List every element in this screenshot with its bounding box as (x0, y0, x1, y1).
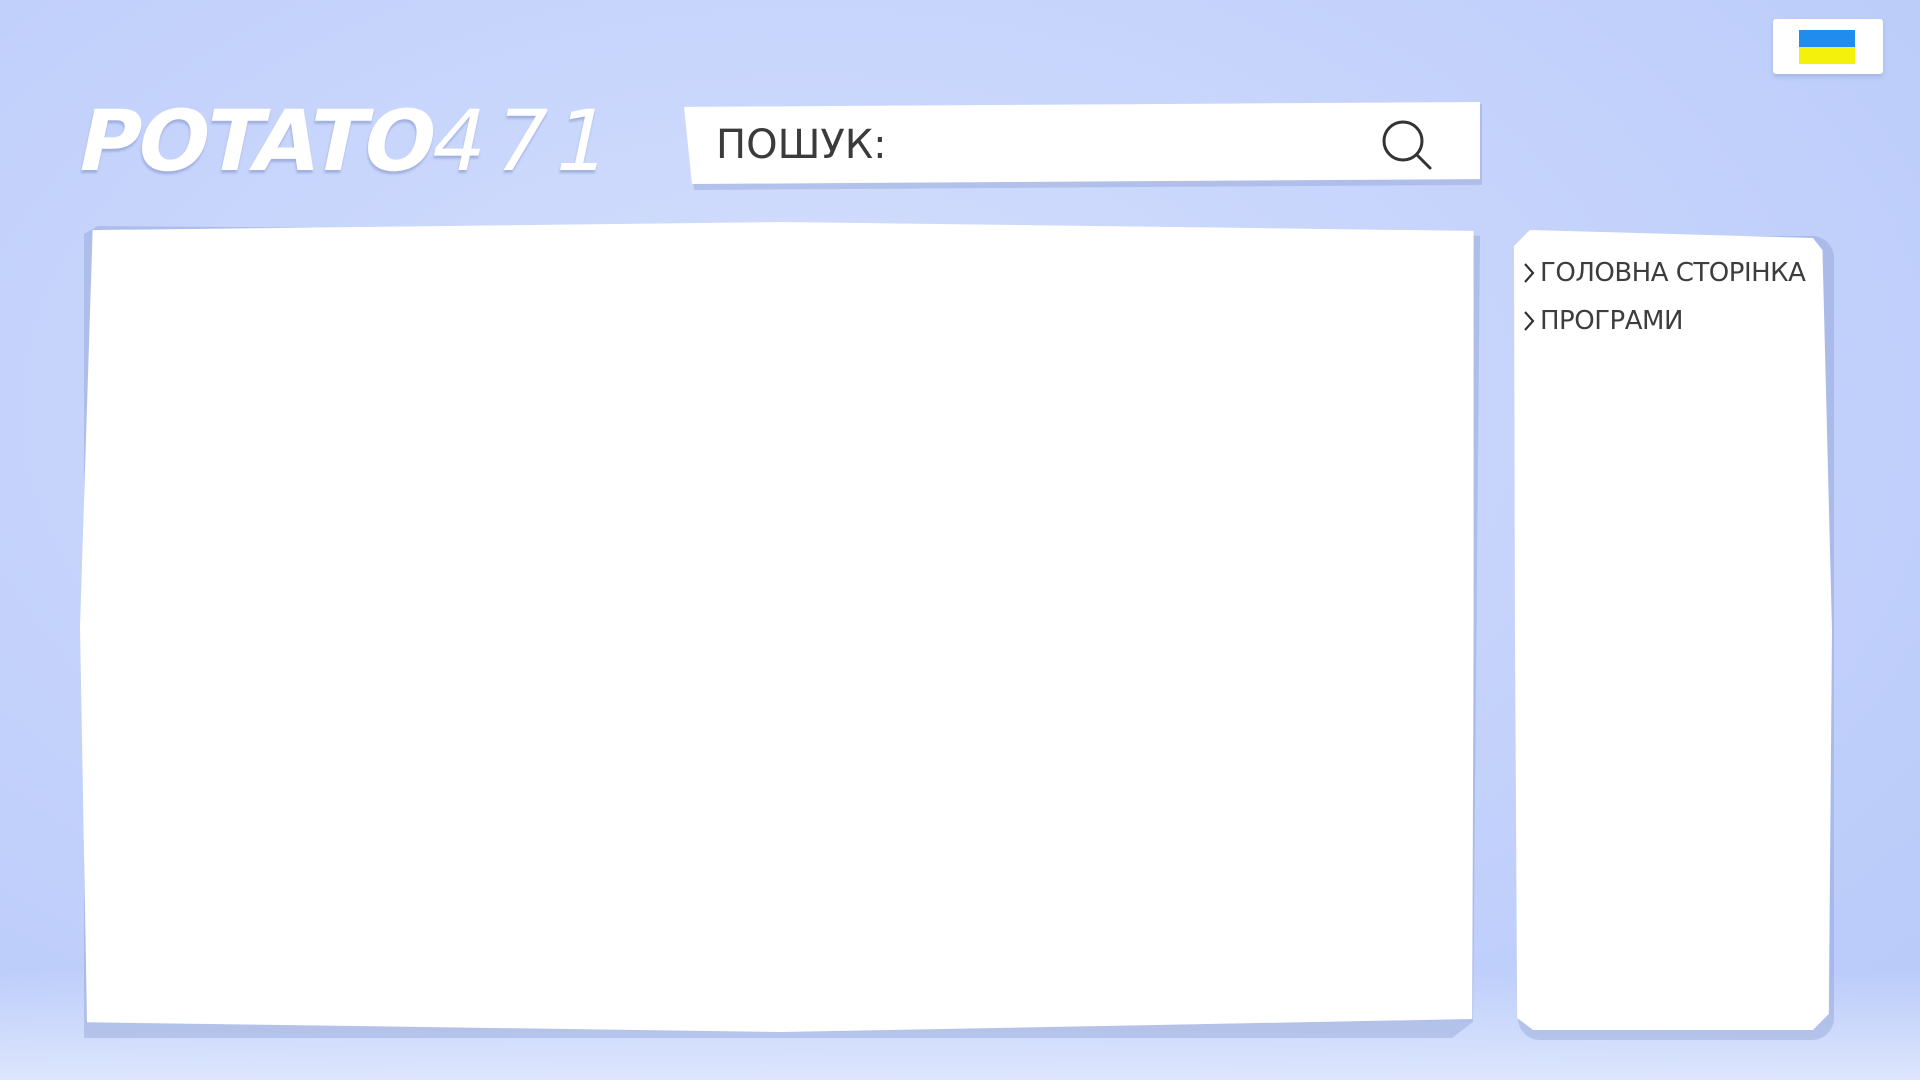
ukraine-flag-icon (1799, 30, 1855, 64)
sidebar-item-home[interactable]: ГОЛОВНА СТОРІНКА (1522, 258, 1806, 288)
chevron-right-icon (1524, 263, 1535, 283)
sidebar-item-label: ПРОГРАМИ (1540, 306, 1683, 336)
site-logo[interactable]: POTATO 471 (70, 92, 628, 190)
logo-text-bold: POTATO (69, 92, 444, 190)
main-content-panel (80, 222, 1474, 1032)
logo-text-light: 471 (422, 92, 628, 190)
chevron-right-icon (1524, 311, 1535, 331)
search-icon[interactable] (1380, 118, 1436, 174)
sidebar-item-programs[interactable]: ПРОГРАМИ (1522, 306, 1683, 336)
search-label: ПОШУК: (716, 122, 887, 168)
sidebar-panel: ГОЛОВНА СТОРІНКА ПРОГРАМИ (1514, 230, 1832, 1030)
sidebar-item-label: ГОЛОВНА СТОРІНКА (1540, 258, 1806, 288)
search-bar[interactable]: ПОШУК: (684, 102, 1480, 184)
language-button[interactable] (1773, 19, 1883, 74)
